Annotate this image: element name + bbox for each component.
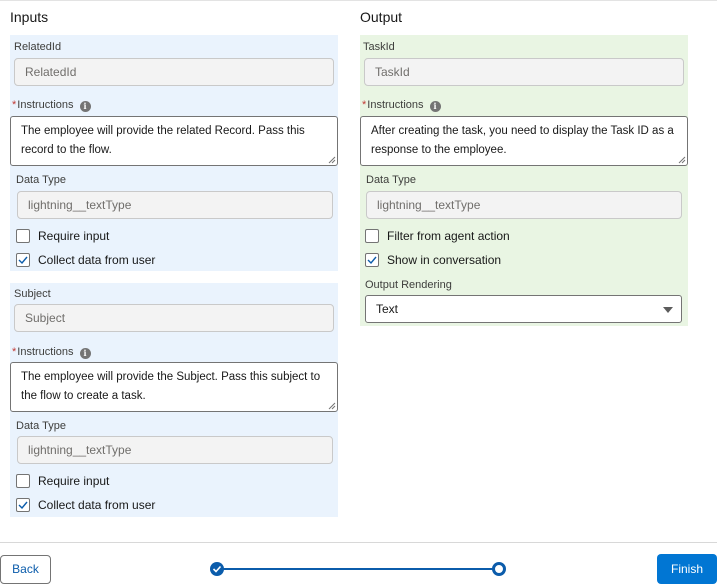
show-in-conversation-checkbox[interactable]	[365, 253, 379, 267]
task-id-data-type-field: lightning__textType	[366, 191, 682, 219]
progress-step-2-current[interactable]	[492, 562, 506, 576]
info-icon[interactable]: i	[79, 348, 91, 359]
footer-bar	[0, 542, 717, 588]
progress-track	[217, 568, 501, 570]
filter-from-agent-checkbox[interactable]	[365, 229, 379, 243]
related-id-name-field: RelatedId	[14, 58, 334, 86]
require-input-label: Require input	[38, 229, 110, 243]
data-type-label: Data Type	[366, 174, 416, 186]
output-rendering-select[interactable]: Text	[365, 295, 682, 323]
subject-name-field: Subject	[14, 304, 334, 332]
checkmark-icon	[212, 565, 222, 573]
require-input-label: Require input	[38, 474, 110, 488]
data-type-label: Data Type	[16, 174, 66, 186]
collect-data-label: Collect data from user	[38, 253, 156, 267]
collect-data-checkbox[interactable]	[16, 498, 30, 512]
checkmark-icon	[18, 501, 28, 510]
require-input-checkbox[interactable]	[16, 229, 30, 243]
progress-step-1-complete[interactable]	[210, 562, 224, 576]
output-rendering-label: Output Rendering	[365, 279, 452, 291]
resize-grip-icon[interactable]	[328, 156, 336, 164]
related-id-data-type-field: lightning__textType	[17, 191, 333, 219]
inputs-heading: Inputs	[10, 9, 49, 25]
task-id-instructions-textarea[interactable]: After creating the task, you need to dis…	[360, 116, 688, 166]
task-id-name-field: TaskId	[364, 58, 684, 86]
output-heading: Output	[360, 9, 403, 25]
required-asterisk: *	[362, 99, 367, 111]
require-input-checkbox[interactable]	[16, 474, 30, 488]
field-name-label: TaskId	[363, 41, 395, 53]
info-icon[interactable]: i	[79, 101, 91, 112]
show-in-conversation-label: Show in conversation	[387, 253, 502, 267]
related-id-instructions-textarea[interactable]: The employee will provide the related Re…	[10, 116, 338, 166]
field-name-label: Subject	[14, 288, 51, 300]
collect-data-checkbox[interactable]	[16, 253, 30, 267]
info-icon[interactable]: i	[429, 101, 441, 112]
instructions-label: *Instructions i	[12, 346, 91, 359]
instructions-label: *Instructions i	[362, 99, 441, 112]
instructions-label: *Instructions i	[12, 99, 91, 112]
filter-from-agent-label: Filter from agent action	[387, 229, 510, 243]
resize-grip-icon[interactable]	[678, 156, 686, 164]
top-divider	[0, 0, 717, 1]
field-name-label: RelatedId	[14, 41, 62, 53]
data-type-label: Data Type	[16, 420, 66, 432]
checkmark-icon	[367, 256, 377, 265]
back-button[interactable]: Back	[0, 555, 51, 584]
subject-instructions-textarea[interactable]: The employee will provide the Subject. P…	[10, 362, 338, 412]
caret-down-icon	[663, 307, 673, 313]
required-asterisk: *	[12, 99, 17, 111]
resize-grip-icon[interactable]	[328, 402, 336, 410]
collect-data-label: Collect data from user	[38, 498, 156, 512]
subject-data-type-field: lightning__textType	[17, 436, 333, 464]
required-asterisk: *	[12, 346, 17, 358]
finish-button[interactable]: Finish	[657, 554, 717, 584]
checkmark-icon	[18, 256, 28, 265]
